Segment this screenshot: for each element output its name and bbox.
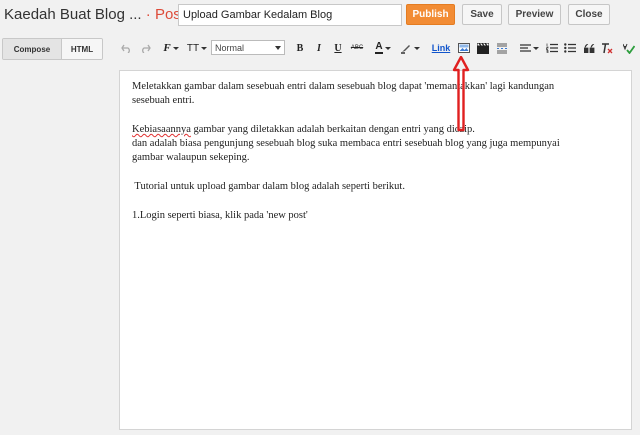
misspelled-word[interactable]: Kebiasaannya <box>132 124 191 135</box>
spell-check-button[interactable] <box>622 41 636 55</box>
highlight-button[interactable] <box>398 41 422 55</box>
strikethrough-button[interactable]: ABC <box>349 41 365 55</box>
jump-break-button[interactable] <box>495 41 509 55</box>
save-button[interactable]: Save <box>462 4 502 25</box>
chevron-down-icon <box>414 46 420 50</box>
underline-button[interactable]: U <box>332 41 344 55</box>
title-separator: · <box>145 6 151 23</box>
insert-image-button[interactable] <box>457 41 471 55</box>
text-color-glyph: A <box>375 41 383 54</box>
clear-format-icon <box>602 42 613 53</box>
paragraph-2: Kebiasaannya gambar yang diletakkan adal… <box>132 123 475 138</box>
remove-formatting-button[interactable] <box>600 41 614 55</box>
paragraph-style-select[interactable]: Normal <box>211 40 285 55</box>
numbered-list-button[interactable] <box>545 41 559 55</box>
quote-button[interactable] <box>582 41 596 55</box>
preview-button[interactable]: Preview <box>508 4 561 25</box>
publish-button[interactable]: Publish <box>406 4 455 25</box>
redo-icon[interactable] <box>139 41 151 55</box>
post-title-input[interactable] <box>178 4 402 26</box>
chevron-down-icon <box>172 46 179 50</box>
chevron-down-icon <box>532 46 539 50</box>
paragraph-1-line-2: sesebuah entri. <box>132 95 195 106</box>
font-size-glyph: TT <box>186 42 200 54</box>
chevron-down-icon <box>384 46 391 50</box>
paragraph-style-value: Normal <box>215 42 245 53</box>
paragraph-2-text: gambar yang diletakkan adalah berkaitan … <box>190 124 475 135</box>
paragraph-5: 1.Login seperti biasa, klik pada 'new po… <box>132 210 308 221</box>
paragraph-3-line-2: gambar walaupun sekeping. <box>132 152 250 163</box>
insert-video-button[interactable] <box>476 41 490 55</box>
font-family-icon[interactable]: F <box>160 41 182 55</box>
paragraph-1-line-1: Meletakkan gambar dalam sesebuah entri d… <box>132 81 555 92</box>
highlighter-icon <box>401 45 410 54</box>
tab-html[interactable]: HTML <box>62 39 102 59</box>
font-family-glyph: F <box>163 42 171 54</box>
bullet-list-icon <box>564 43 576 53</box>
jump-break-icon <box>497 43 507 53</box>
chevron-down-icon <box>201 46 208 50</box>
top-bar: Kaedah Buat Blog ... · Post Publish Save… <box>0 0 640 32</box>
italic-button[interactable]: I <box>313 41 325 55</box>
numbered-list-icon <box>546 43 558 53</box>
align-left-icon <box>519 43 531 52</box>
blog-name[interactable]: Kaedah Buat Blog ... <box>4 6 142 23</box>
tab-compose[interactable]: Compose <box>3 39 62 59</box>
annotation-arrow-icon <box>452 56 470 132</box>
paragraph-3-line-1: dan adalah biasa pengunjung sesebuah blo… <box>132 138 560 149</box>
post-body-editor[interactable]: Meletakkan gambar dalam sesebuah entri d… <box>119 70 632 430</box>
mode-tabs: Compose HTML <box>2 38 103 60</box>
bold-button[interactable]: B <box>294 41 306 55</box>
quote-icon <box>583 43 594 53</box>
undo-icon[interactable] <box>120 41 132 55</box>
bullet-list-button[interactable] <box>563 41 577 55</box>
text-color-button[interactable]: A <box>372 41 394 55</box>
video-clapper-icon <box>477 42 489 54</box>
blog-title[interactable]: Kaedah Buat Blog ... · Post <box>4 6 185 23</box>
close-button[interactable]: Close <box>568 4 610 25</box>
spell-check-icon <box>623 43 635 54</box>
image-icon <box>458 43 470 53</box>
link-button[interactable]: Link <box>430 41 452 55</box>
paragraph-4: Tutorial untuk upload gambar dalam blog … <box>132 181 405 192</box>
chevron-down-icon <box>275 46 281 50</box>
align-button[interactable] <box>518 41 540 55</box>
font-size-icon[interactable]: TT <box>186 41 208 55</box>
editor-toolbar: Compose HTML F TT Normal B I U ABC A Lin… <box>0 37 640 60</box>
